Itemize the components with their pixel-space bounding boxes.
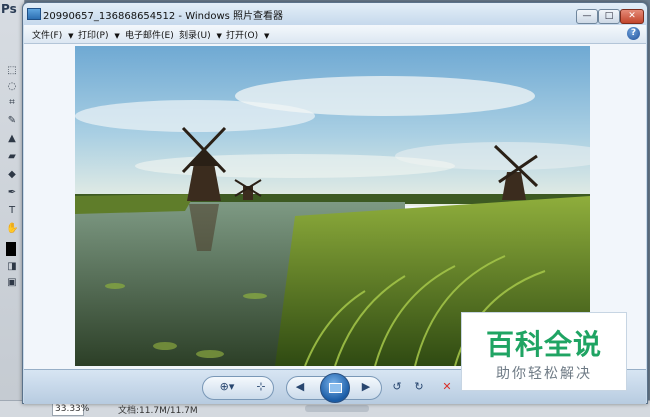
menu-print[interactable]: 打印(P) ▼ [78, 28, 120, 41]
zoom-icon[interactable]: ⊕▾ [216, 379, 238, 395]
watermark-subtitle: 助你轻松解决 [496, 366, 592, 382]
photo-viewer-app-icon [27, 8, 41, 20]
marquee-tool-icon[interactable]: ⬚ [6, 66, 18, 76]
chevron-down-icon: ▼ [263, 32, 270, 40]
menu-bar: 文件(F) ▼ 打印(P) ▼ 电子邮件(E) 刻录(U) ▼ 打开(O) ▼ … [24, 25, 646, 44]
previous-icon[interactable]: ◀ [292, 379, 308, 395]
horizontal-scrollbar[interactable] [305, 405, 369, 412]
mask-mode-icon[interactable]: ◨ [6, 262, 18, 272]
close-button[interactable]: ✕ [620, 9, 644, 24]
blur-tool-icon[interactable]: ◆ [6, 170, 18, 180]
hand-tool-icon[interactable]: ✋ [6, 224, 18, 234]
delete-icon[interactable]: ✕ [440, 379, 454, 395]
help-icon[interactable]: ? [627, 27, 640, 40]
eraser-tool-icon[interactable]: ▰ [6, 152, 18, 162]
photoshop-logo: Ps [1, 2, 17, 16]
chevron-down-icon: ▼ [114, 32, 120, 40]
maximize-button[interactable]: □ [598, 9, 620, 24]
chevron-down-icon: ▼ [216, 32, 222, 40]
pen-tool-icon[interactable]: ✒ [6, 188, 18, 198]
next-icon[interactable]: ▶ [358, 379, 374, 395]
minimize-button[interactable]: — [576, 9, 598, 24]
zoom-level-field[interactable]: 33.33% [52, 402, 89, 416]
menu-file-label: 文件(F) [32, 31, 63, 41]
menu-burn[interactable]: 刻录(U) ▼ [179, 28, 222, 41]
screen-mode-icon[interactable]: ▣ [6, 278, 18, 288]
foreground-color-swatch[interactable] [6, 242, 16, 256]
watermark: 百科全说 助你轻松解决 [461, 312, 627, 391]
lasso-tool-icon[interactable]: ◌ [6, 82, 18, 92]
brush-tool-icon[interactable]: ✎ [6, 116, 18, 126]
menu-print-label: 打印(P) [78, 31, 109, 41]
slideshow-icon [329, 383, 342, 393]
menu-email[interactable]: 电子邮件(E) [125, 28, 174, 41]
watermark-title: 百科全说 [485, 328, 602, 361]
menu-open[interactable]: 打开(O) ▼ [226, 28, 269, 41]
stamp-tool-icon[interactable]: ▲ [6, 134, 18, 144]
menu-file[interactable]: 文件(F) ▼ [32, 28, 73, 41]
window-title: 20990657_136868654512 - Windows 照片查看器 [43, 11, 284, 22]
rotate-counterclockwise-icon[interactable]: ↺ [390, 379, 404, 395]
title-bar[interactable]: 20990657_136868654512 - Windows 照片查看器 — … [23, 3, 647, 25]
actual-size-icon[interactable]: ⊹ [254, 379, 268, 395]
menu-open-label: 打开(O) [226, 31, 259, 41]
slideshow-button[interactable] [320, 373, 350, 403]
rotate-clockwise-icon[interactable]: ↻ [412, 379, 426, 395]
menu-email-label: 电子邮件(E) [125, 31, 174, 41]
menu-burn-label: 刻录(U) [179, 31, 211, 41]
chevron-down-icon: ▼ [68, 32, 74, 40]
crop-tool-icon[interactable]: ⌗ [6, 98, 18, 108]
document-size-readout: 文档:11.7M/11.7M [118, 406, 198, 416]
type-tool-icon[interactable]: T [6, 206, 18, 216]
